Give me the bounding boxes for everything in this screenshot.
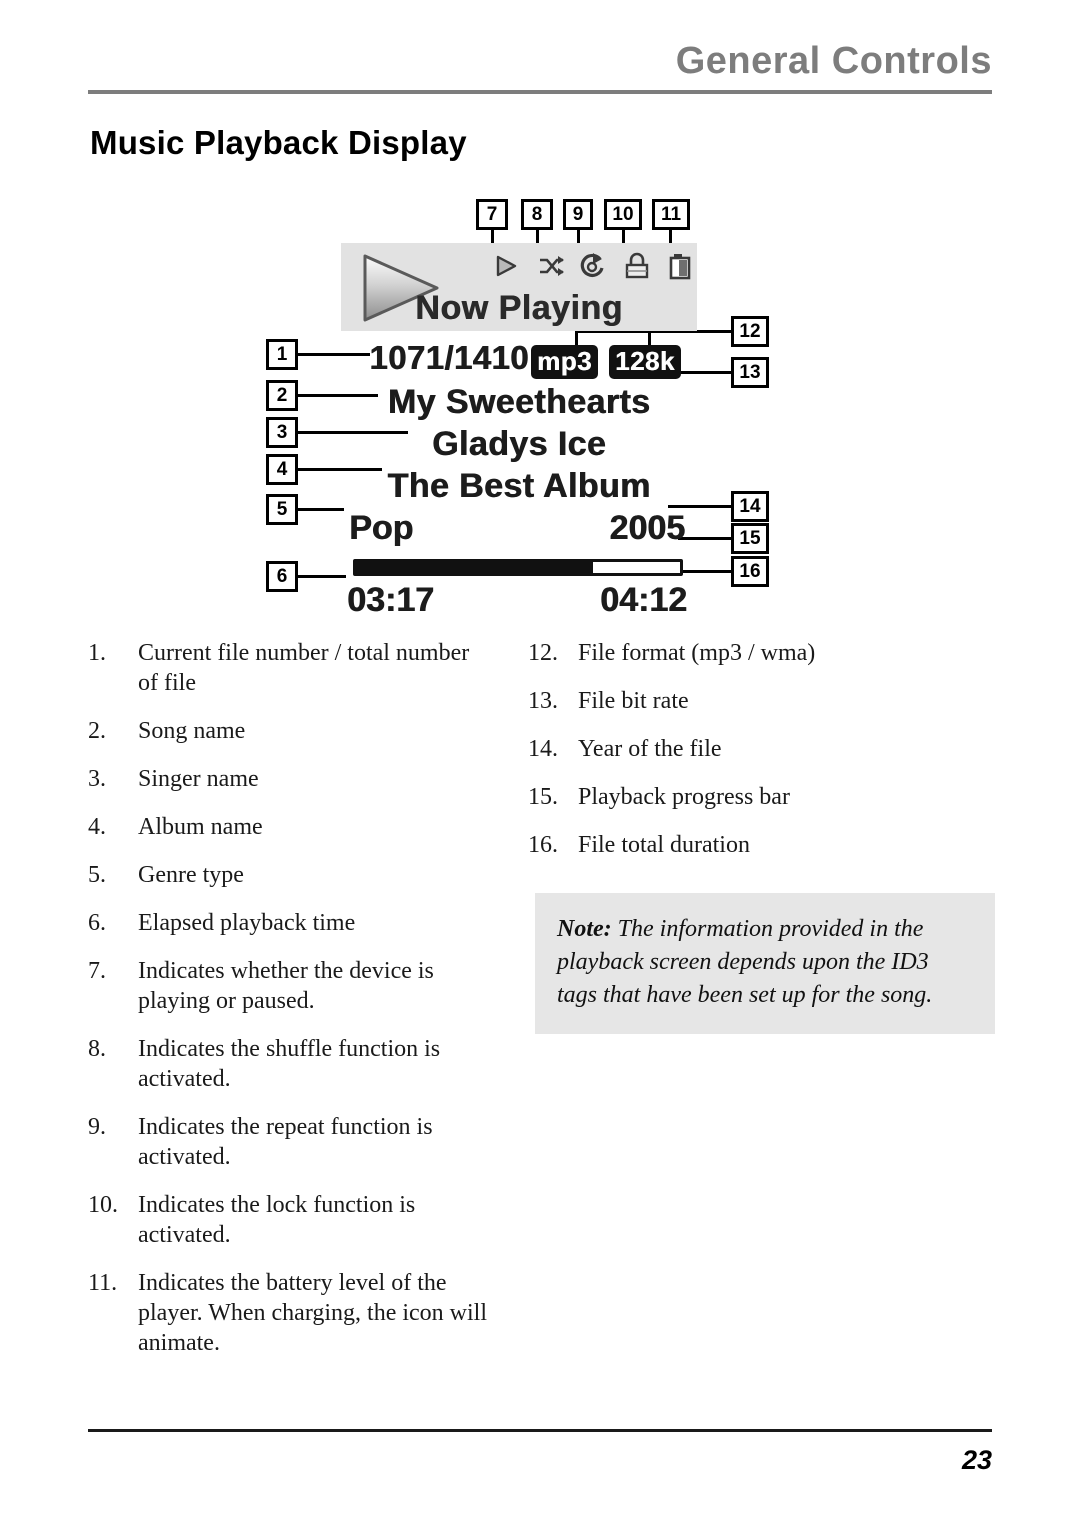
legend-item: 10. Indicates the lock function is activa… — [88, 1190, 488, 1250]
repeat-icon — [580, 253, 604, 278]
legend-item-number: 13. — [528, 688, 558, 714]
lcd-bitrate-badge: 128k — [609, 345, 681, 379]
leader-5 — [298, 508, 344, 511]
legend-item-number: 11. — [88, 1270, 118, 1296]
callout-10: 10 — [604, 199, 642, 230]
callout-13: 13 — [731, 357, 769, 388]
legend-item: 14. Year of the file — [528, 734, 948, 764]
lcd-album-name: The Best Album — [387, 467, 651, 505]
battery-icon — [669, 254, 691, 280]
callout-12: 12 — [731, 316, 769, 347]
page-number: 23 — [961, 1445, 992, 1475]
legend-item-text: File format (mp3 / wma) — [578, 640, 816, 666]
lcd-file-format-badge: mp3 — [531, 345, 598, 379]
legend-item: 12. File format (mp3 / wma) — [528, 638, 948, 668]
note-body: Note: The information provided in the pl… — [557, 913, 973, 1012]
legend-item-text: Indicates the battery level of the playe… — [138, 1270, 488, 1356]
legend-item-number: 6. — [88, 910, 106, 936]
lcd-singer-name: Gladys Ice — [431, 425, 607, 463]
legend-item-number: 3. — [88, 766, 106, 792]
legend-item-text: Year of the file — [578, 736, 722, 762]
page-header: General Controls — [88, 40, 992, 100]
legend-item: 11. Indicates the battery level of the pl… — [88, 1268, 488, 1358]
legend-item-number: 7. — [88, 958, 106, 984]
callout-6: 6 — [266, 561, 298, 592]
legend-item: 16. File total duration — [528, 830, 948, 860]
legend-item: 5. Genre type — [88, 860, 488, 890]
note-box: Note: The information provided in the pl… — [535, 893, 995, 1034]
legend-item: 1. Current file number / total number of … — [88, 638, 488, 698]
legend-item-number: 14. — [528, 736, 558, 762]
legend-item-text: Indicates the shuffle function is activa… — [138, 1036, 441, 1092]
legend-item-text: Song name — [138, 718, 246, 744]
section-heading: Music Playback Display — [90, 124, 467, 161]
legend-item-number: 16. — [528, 832, 558, 858]
legend-item-number: 4. — [88, 814, 106, 840]
legend-item: 2. Song name — [88, 716, 488, 746]
legend-item: 3. Singer name — [88, 764, 488, 794]
play-icon — [496, 255, 517, 277]
now-playing-label: Now Playing — [415, 289, 623, 327]
callout-7: 7 — [476, 199, 508, 230]
lcd-song-name: My Sweethearts — [387, 383, 651, 421]
callout-15: 15 — [731, 523, 769, 554]
legend-list-right: 12. File format (mp3 / wma) 13. File bit ra… — [528, 638, 948, 878]
playback-progress-fill — [356, 562, 593, 573]
legend-item: 9. Indicates the repeat function is activ… — [88, 1112, 488, 1172]
callout-8: 8 — [521, 199, 553, 230]
note-label: Note: — [557, 916, 612, 942]
legend-item-text: Indicates the lock function is activated… — [138, 1192, 416, 1248]
lcd-year: 2005 — [609, 509, 685, 547]
legend-list-left: 1. Current file number / total number of … — [88, 638, 488, 1376]
legend-item-number: 8. — [88, 1036, 106, 1062]
callout-5: 5 — [266, 494, 298, 525]
legend-item: 13. File bit rate — [528, 686, 948, 716]
legend-item-number: 10. — [88, 1192, 118, 1218]
page-title: General Controls — [675, 40, 992, 82]
callout-3: 3 — [266, 417, 298, 448]
callout-2: 2 — [266, 380, 298, 411]
callout-14: 14 — [731, 491, 769, 522]
music-playback-display-figure: 7 8 9 10 11 1 2 3 4 5 6 12 13 14 15 16 N… — [0, 190, 1080, 619]
legend-item: 7. Indicates whether the device is playin… — [88, 956, 488, 1016]
footer-divider — [88, 1429, 992, 1432]
legend-item-number: 2. — [88, 718, 106, 744]
shuffle-icon — [540, 256, 564, 276]
legend-item-number: 12. — [528, 640, 558, 666]
lcd-screen: Now Playing 1071/1410 mp3 128k My Sweeth… — [341, 243, 697, 619]
legend-item: 8. Indicates the shuffle function is acti… — [88, 1034, 488, 1094]
legend-item-text: Singer name — [138, 766, 259, 792]
lcd-elapsed-time: 03:17 — [347, 581, 434, 619]
legend-item-text: Genre type — [138, 862, 244, 888]
legend-item: 6. Elapsed playback time — [88, 908, 488, 938]
legend-item-text: Indicates whether the device is playing … — [138, 958, 434, 1014]
lcd-status-icon-row — [491, 249, 691, 285]
lcd-total-duration: 04:12 — [600, 581, 687, 619]
legend-item-text: Playback progress bar — [578, 784, 790, 810]
legend-item-number: 9. — [88, 1114, 106, 1140]
playback-progress-bar[interactable] — [353, 559, 683, 576]
legend-item-text: Current file number / total number of fi… — [138, 640, 470, 696]
legend-item-number: 5. — [88, 862, 106, 888]
legend-item-number: 15. — [528, 784, 558, 810]
legend-item-text: Indicates the repeat function is activat… — [138, 1114, 433, 1170]
lcd-genre: Pop — [349, 509, 414, 547]
header-divider — [88, 90, 992, 94]
callout-4: 4 — [266, 454, 298, 485]
lock-icon — [625, 252, 649, 279]
callout-11: 11 — [652, 199, 690, 230]
note-body-text: The information provided in the playback… — [557, 916, 933, 1008]
legend-item-text: Elapsed playback time — [138, 910, 356, 936]
legend-item-text: File total duration — [578, 832, 750, 858]
legend-item: 15. Playback progress bar — [528, 782, 948, 812]
leader-6 — [298, 575, 346, 578]
callout-16: 16 — [731, 556, 769, 587]
legend-item: 4. Album name — [88, 812, 488, 842]
legend-item-number: 1. — [88, 640, 106, 666]
legend-item-text: File bit rate — [578, 688, 689, 714]
callout-9: 9 — [563, 199, 593, 230]
legend-item-text: Album name — [138, 814, 263, 840]
